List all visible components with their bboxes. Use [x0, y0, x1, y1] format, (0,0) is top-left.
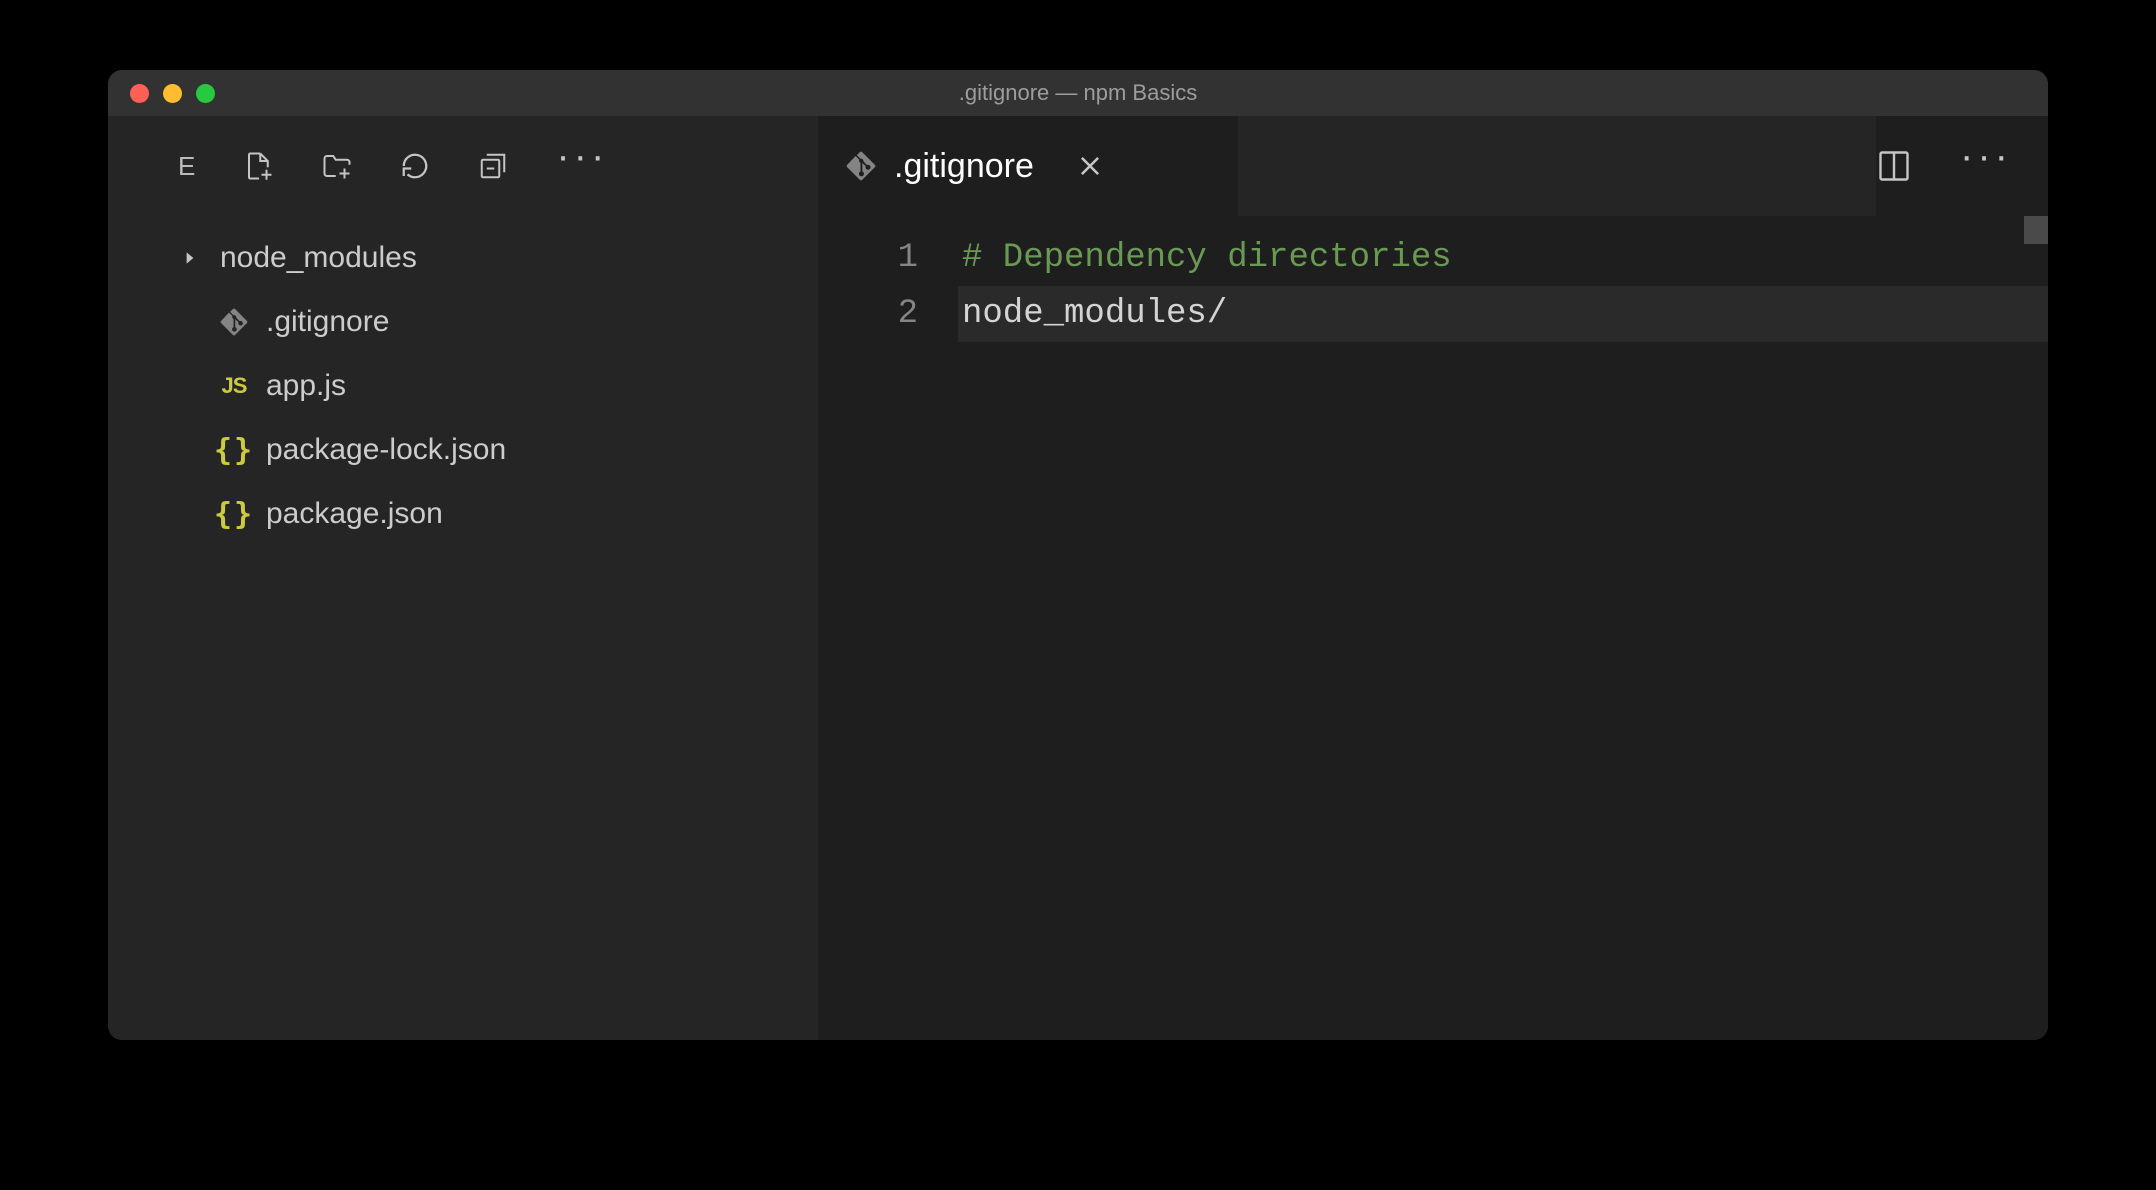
new-folder-icon[interactable]: [322, 151, 352, 181]
code-content[interactable]: # Dependency directories node_modules/: [958, 230, 2048, 1040]
minimap-scroll-indicator[interactable]: [2024, 216, 2048, 244]
collapse-all-icon[interactable]: [478, 151, 508, 181]
refresh-icon[interactable]: [400, 151, 430, 181]
folder-node-modules[interactable]: node_modules: [108, 226, 818, 290]
close-tab-icon[interactable]: [1072, 148, 1108, 184]
traffic-lights: [108, 84, 215, 103]
file-app-js[interactable]: JS app.js: [108, 354, 818, 418]
tree-item-label: package.json: [266, 497, 443, 531]
code-line: node_modules/: [958, 286, 2048, 342]
tree-item-label: package-lock.json: [266, 433, 506, 467]
new-file-icon[interactable]: [244, 151, 274, 181]
js-icon: JS: [220, 372, 248, 400]
explorer-more-icon[interactable]: ···: [556, 136, 608, 176]
editor-more-icon[interactable]: ···: [1960, 136, 2012, 176]
line-number: 2: [818, 286, 918, 342]
git-icon: [846, 151, 876, 181]
code-line: # Dependency directories: [958, 230, 2048, 286]
minimize-window-button[interactable]: [163, 84, 182, 103]
file-package-lock-json[interactable]: {} package-lock.json: [108, 418, 818, 482]
window-body: E ··· n: [108, 116, 2048, 1040]
file-gitignore[interactable]: .gitignore: [108, 290, 818, 354]
line-gutter: 1 2: [818, 230, 958, 1040]
close-window-button[interactable]: [130, 84, 149, 103]
explorer-label: E: [178, 151, 196, 182]
explorer-header: E ···: [108, 116, 818, 216]
git-icon: [220, 308, 248, 336]
editor-area: .gitignore ··· 1 2 #: [818, 116, 2048, 1040]
titlebar[interactable]: .gitignore — npm Basics: [108, 70, 2048, 116]
maximize-window-button[interactable]: [196, 84, 215, 103]
tree-item-label: node_modules: [220, 241, 417, 275]
json-icon: {}: [220, 436, 248, 464]
code-area[interactable]: 1 2 # Dependency directories node_module…: [818, 216, 2048, 1040]
editor-window: .gitignore — npm Basics E ···: [108, 70, 2048, 1040]
line-number: 1: [818, 230, 918, 286]
tree-item-label: .gitignore: [266, 305, 389, 339]
json-icon: {}: [220, 500, 248, 528]
file-tree: node_modules .gitignore JS app.js {: [108, 216, 818, 546]
tab-gitignore[interactable]: .gitignore: [818, 116, 1238, 216]
tab-label: .gitignore: [894, 147, 1034, 186]
file-package-json[interactable]: {} package.json: [108, 482, 818, 546]
tab-actions: ···: [1876, 116, 2048, 216]
split-editor-icon[interactable]: [1876, 148, 1912, 184]
chevron-right-icon: [178, 249, 202, 267]
tree-item-label: app.js: [266, 369, 346, 403]
window-title: .gitignore — npm Basics: [959, 80, 1197, 106]
explorer-sidebar: E ··· n: [108, 116, 818, 1040]
tab-bar: .gitignore ···: [818, 116, 2048, 216]
